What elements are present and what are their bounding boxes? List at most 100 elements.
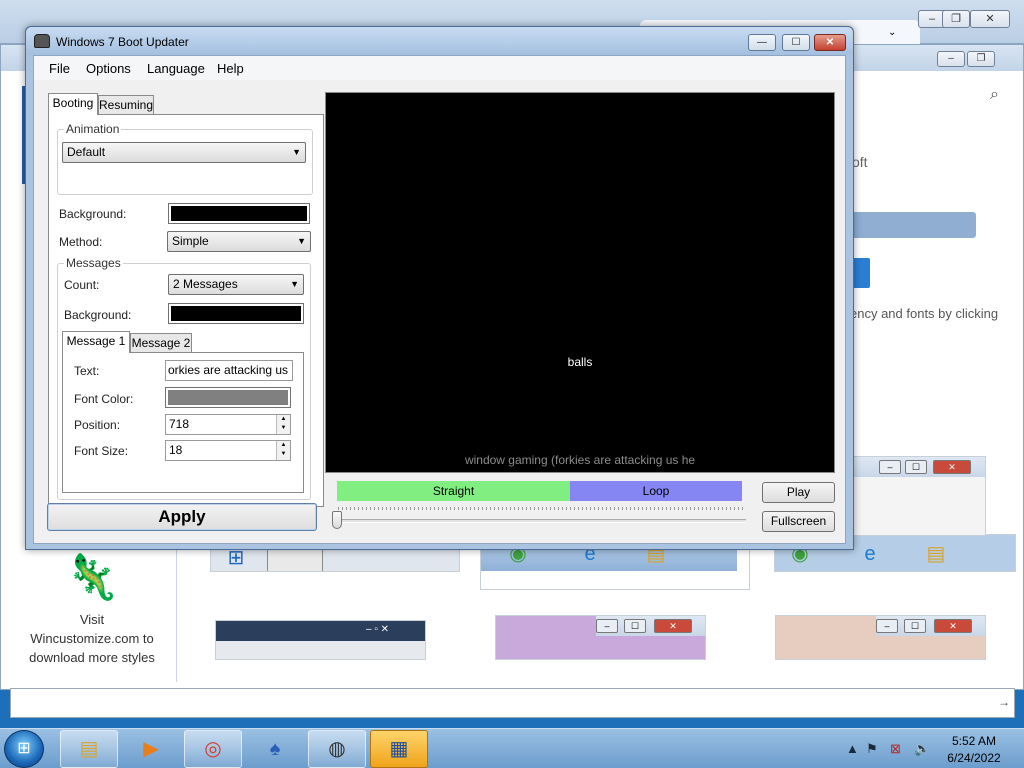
window-client-area: File Options Language Help Booting Resum… — [33, 55, 846, 544]
position-label: Position: — [74, 418, 121, 432]
background-label: Background: — [59, 207, 127, 221]
font-color-swatch — [168, 390, 288, 405]
tab-resuming[interactable]: Resuming — [98, 95, 154, 115]
menu-help[interactable]: Help — [217, 61, 244, 76]
chevron-down-icon: ▼ — [292, 147, 301, 157]
spin-arrows-icon[interactable]: ▲ ▼ — [276, 441, 290, 460]
theme-thumbnail[interactable]: – ☐ ✕ — [852, 456, 986, 536]
promo-line-1: Visit — [79, 612, 105, 627]
position-value: 718 — [169, 417, 190, 431]
close-button[interactable]: ✕ — [814, 34, 846, 51]
boot-updater-icon: ◍ — [328, 738, 346, 760]
background-maximize-button-2[interactable]: ❐ — [967, 51, 995, 67]
fullscreen-button[interactable]: Fullscreen — [762, 511, 835, 532]
search-icon[interactable]: ⌕ — [990, 86, 999, 104]
clock-time[interactable]: 5:52 AM — [946, 734, 1002, 748]
method-dropdown[interactable]: Simple ▼ — [167, 231, 311, 252]
menu-options[interactable]: Options — [86, 61, 131, 76]
animation-dropdown-value: Default — [67, 145, 106, 159]
background-bar — [852, 212, 976, 238]
background-text-soft: oft — [852, 154, 868, 170]
font-size-value: 18 — [169, 443, 183, 457]
timeline-slider-thumb[interactable] — [332, 511, 342, 529]
message-1-panel: Text: orkies are attacking us he Font Co… — [62, 352, 304, 493]
animation-dropdown[interactable]: Default ▼ — [62, 142, 306, 163]
background-accent-block — [852, 258, 870, 288]
taskbar-chrome-button[interactable]: ◎ — [184, 730, 242, 768]
timeline-slider[interactable] — [338, 519, 746, 523]
spin-arrows-icon[interactable]: ▲ ▼ — [276, 415, 290, 434]
taskbar-personalization-button[interactable]: ▦ — [370, 730, 428, 768]
wincustomize-promo[interactable]: 🦎 Visit Wincustomize.com to download mor… — [22, 546, 162, 667]
chevron-down-icon[interactable]: ⌄ — [888, 27, 896, 38]
network-icon[interactable]: ⊠ — [890, 741, 901, 757]
action-center-icon[interactable]: ⚑ — [866, 741, 878, 757]
arrow-right-icon[interactable]: → — [998, 695, 1010, 709]
message-text-input[interactable]: orkies are attacking us he — [165, 360, 293, 381]
menu-language[interactable]: Language — [147, 61, 205, 76]
message-count-value: 2 Messages — [173, 277, 238, 291]
background-color-swatch — [171, 206, 307, 221]
taskbar-boot-updater-button[interactable]: ◍ — [308, 730, 366, 768]
messages-background-color-picker[interactable] — [168, 303, 304, 324]
clock-date[interactable]: 6/24/2022 — [944, 751, 1004, 765]
titlebar[interactable]: Windows 7 Boot Updater — ☐ ✕ — [26, 27, 853, 55]
play-button[interactable]: Play — [762, 482, 835, 503]
messages-legend: Messages — [64, 256, 123, 270]
theme-thumbnail[interactable]: – ☐ ✕ — [775, 615, 986, 660]
folder-icon: ▤ — [79, 738, 99, 760]
slider-ticks — [338, 507, 746, 510]
menu-file[interactable]: File — [49, 61, 70, 76]
method-label: Method: — [59, 235, 103, 249]
animation-group: Animation Default ▼ — [57, 122, 313, 195]
boot-preview: balls window gaming (forkies are attacki… — [325, 92, 835, 473]
background-maximize-button[interactable]: ❐ — [942, 10, 970, 28]
chevron-down-icon: ▼ — [290, 279, 299, 289]
taskbar: ⊞ ▤ ▶ ◎ ♠ ◍ ▦ ▲ ⚑ ⊠ 🔈 5:52 AM 6/24/2022 — [0, 728, 1024, 768]
tab-message-1[interactable]: Message 1 — [62, 331, 130, 353]
promo-line-2: Wincustomize.com to — [30, 631, 154, 646]
tab-message-2[interactable]: Message 2 — [130, 333, 192, 353]
animation-legend: Animation — [64, 122, 122, 136]
font-color-picker[interactable] — [165, 387, 291, 408]
background-color-picker[interactable] — [168, 203, 310, 224]
background-minimize-button-2[interactable]: – — [937, 51, 965, 67]
background-input-bar[interactable]: → — [10, 688, 1015, 718]
taskbar-app-button[interactable]: ♠ — [246, 730, 304, 768]
background-text-fonts: ency and fonts by clicking — [850, 306, 999, 321]
count-label: Count: — [64, 278, 100, 292]
window-title: Windows 7 Boot Updater — [56, 35, 189, 49]
font-color-label: Font Color: — [74, 392, 134, 406]
tab-booting[interactable]: Booting — [48, 93, 98, 115]
ie-icon: e — [864, 543, 876, 565]
taskbar-explorer-button[interactable]: ▤ — [60, 730, 118, 768]
chevron-down-icon: ▼ — [297, 236, 306, 246]
media-player-icon: ▶ — [143, 738, 159, 760]
mode-loop[interactable]: Loop — [570, 481, 742, 501]
gecko-logo-icon: 🦎 — [64, 553, 120, 602]
taskbar-media-player-button[interactable]: ▶ — [122, 730, 180, 768]
mode-straight[interactable]: Straight — [337, 481, 570, 501]
position-stepper[interactable]: 718 ▲ ▼ — [165, 414, 291, 435]
booting-tab-panel: Animation Default ▼ Background: Method: … — [48, 114, 324, 507]
messages-background-label: Background: — [64, 308, 132, 322]
method-dropdown-value: Simple — [172, 234, 209, 248]
volume-icon[interactable]: 🔈 — [914, 741, 930, 757]
maximize-button[interactable]: ☐ — [782, 34, 810, 51]
theme-thumbnail[interactable]: – ▫ ✕ — [215, 620, 426, 660]
folder-icon: ▤ — [926, 543, 946, 565]
text-label: Text: — [74, 364, 100, 378]
boot-updater-window: Windows 7 Boot Updater — ☐ ✕ File Option… — [25, 26, 854, 550]
message-count-dropdown[interactable]: 2 Messages ▼ — [168, 274, 304, 295]
menu-bar: File Options Language Help — [34, 56, 845, 80]
preview-message-1: balls — [567, 355, 593, 369]
messages-background-swatch — [171, 306, 301, 321]
background-close-button[interactable]: ✕ — [970, 10, 1010, 28]
chrome-icon: ◎ — [204, 738, 222, 760]
start-button[interactable]: ⊞ — [4, 730, 44, 768]
minimize-button[interactable]: — — [748, 34, 776, 51]
apply-button[interactable]: Apply — [47, 503, 317, 531]
font-size-stepper[interactable]: 18 ▲ ▼ — [165, 440, 291, 461]
theme-thumbnail[interactable]: – ☐ ✕ — [495, 615, 706, 660]
tray-expand-icon[interactable]: ▲ — [846, 741, 859, 756]
